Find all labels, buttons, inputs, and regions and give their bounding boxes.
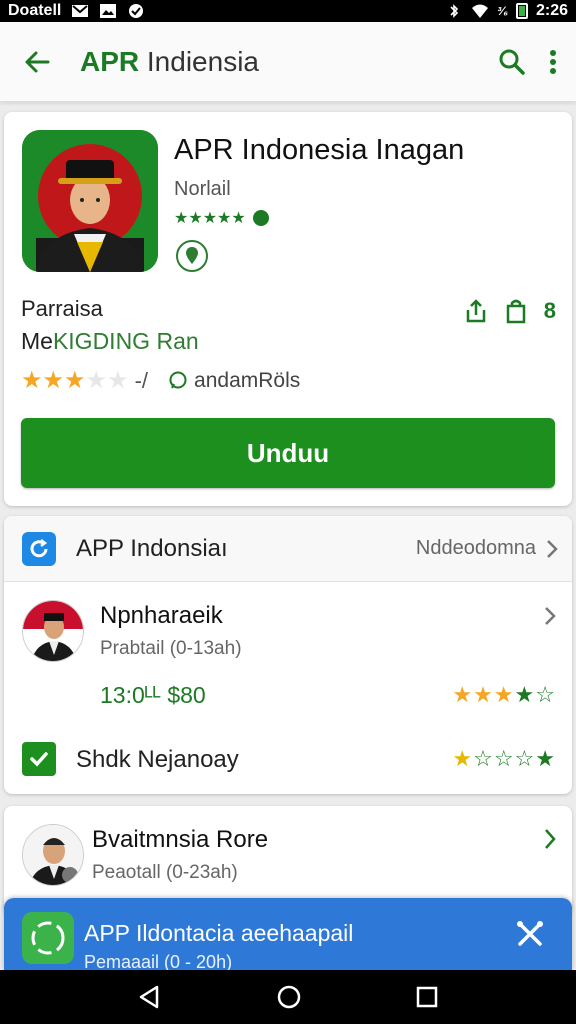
- meta-line-2-prefix: Me: [21, 328, 53, 354]
- app-detail-card: APR Indonesia Inagan Norlail ★★★★★ Parra…: [4, 112, 572, 506]
- meta-line-2: MeKIGDING Ran: [21, 328, 199, 355]
- rating-dash: -/: [134, 367, 149, 393]
- checkbox-checked-icon[interactable]: [22, 742, 56, 776]
- share-icon[interactable]: [464, 298, 488, 324]
- carrier-label: Doatell: [8, 2, 62, 19]
- page-title: APR Indiensia: [80, 46, 259, 78]
- title-rest: Indiensia: [146, 45, 259, 77]
- install-button[interactable]: Unduu: [21, 418, 555, 488]
- more-vert-icon[interactable]: [548, 48, 558, 76]
- bag-icon[interactable]: [504, 298, 528, 324]
- list-item-title: Bvaitmnsia Rore: [92, 826, 269, 853]
- wifi-icon: [472, 4, 489, 18]
- meta-line-1: Parraisa: [21, 296, 103, 321]
- star-empty-icon: ★: [85, 367, 108, 394]
- check-circle-icon: [129, 4, 144, 18]
- meta-line-2-highlight: KIGDING Ran: [52, 328, 199, 354]
- section-header: APP Indonsiaı Nddeodomna: [4, 516, 572, 582]
- back-arrow-icon[interactable]: [22, 47, 52, 77]
- app-logo-icon: [22, 912, 74, 964]
- bluetooth-icon: [450, 4, 459, 18]
- app-name: APR Indonesia Inagan: [174, 134, 465, 166]
- rating-stars: ★☆☆☆★: [452, 746, 556, 771]
- globe-icon: [252, 210, 269, 226]
- battery-icon: [515, 3, 528, 19]
- app-developer: Norlail: [174, 178, 231, 200]
- clock: 2:26: [535, 2, 568, 19]
- section-more-link[interactable]: Nddeodomna: [416, 537, 558, 560]
- star-icon: ★: [42, 367, 65, 394]
- notification-banner[interactable]: APP Ildontacia aeehaapail Pemaaail (0 - …: [4, 898, 572, 970]
- related-apps-card: APP Indonsiaı Nddeodomna Npnharaeik Prab…: [4, 516, 572, 794]
- mini-stars-icon: ★★★★★: [174, 210, 246, 227]
- banner-title: APP Ildontacia aeehaapail: [84, 920, 354, 946]
- app-bar: APR Indiensia: [0, 22, 576, 102]
- close-icon[interactable]: [516, 920, 544, 948]
- network-label: ³⁄₆: [497, 4, 508, 18]
- list-item-title: Npnharaeik: [100, 602, 223, 629]
- reviews-link[interactable]: andamRöls: [168, 369, 300, 393]
- nav-back-icon[interactable]: [137, 984, 163, 1010]
- section-title: APP Indonsiaı: [76, 534, 228, 562]
- app-mini-rating: ★★★★★: [174, 208, 269, 228]
- rating-row: ★ ★ ★ ★ ★ -/ andamRöls: [21, 366, 300, 395]
- star-empty-icon: ★: [107, 367, 129, 394]
- nav-home-icon[interactable]: [276, 984, 302, 1010]
- gmail-icon: [72, 5, 89, 17]
- card-actions: 8: [464, 298, 556, 324]
- chat-icon: [169, 371, 187, 388]
- image-icon: [100, 4, 117, 18]
- location-pin-icon[interactable]: [176, 240, 208, 272]
- reviews-label: andamRöls: [194, 368, 301, 392]
- app-icon: [22, 130, 158, 272]
- star-icon: ★: [21, 367, 43, 394]
- chevron-right-icon: [545, 829, 556, 849]
- rating-stars: ★★★★☆: [452, 682, 556, 707]
- star-icon: ★: [64, 367, 86, 394]
- section-more-label: Nddeodomna: [415, 537, 536, 559]
- list-item-subtitle: Prabtail (0-13ah): [100, 638, 242, 659]
- title-brand: APR: [80, 45, 140, 77]
- search-icon[interactable]: [498, 48, 526, 76]
- price-label: 13:0ᴸᴸ $80: [100, 682, 206, 708]
- avatar: [22, 824, 84, 886]
- list-item-title: Shdk Nejanoay: [76, 746, 239, 773]
- list-item[interactable]: Npnharaeik Prabtail (0-13ah): [4, 582, 572, 680]
- price-row: 13:0ᴸᴸ $80 ★★★★☆: [4, 680, 572, 720]
- system-nav-bar: [0, 970, 576, 1024]
- status-bar: Doatell ³⁄₆ 2:26: [0, 0, 576, 22]
- nav-recents-icon[interactable]: [415, 985, 439, 1009]
- list-item[interactable]: Shdk Nejanoay ★☆☆☆★: [4, 734, 572, 788]
- refresh-icon: [22, 531, 56, 566]
- list-item-subtitle: Peaotall (0-23ah): [92, 862, 238, 883]
- banner-subtitle: Pemaaail (0 - 20h): [84, 952, 233, 970]
- avatar: [22, 600, 84, 662]
- count-badge: 8: [543, 298, 556, 323]
- chevron-right-icon: [545, 607, 556, 625]
- chevron-right-icon: [547, 539, 558, 558]
